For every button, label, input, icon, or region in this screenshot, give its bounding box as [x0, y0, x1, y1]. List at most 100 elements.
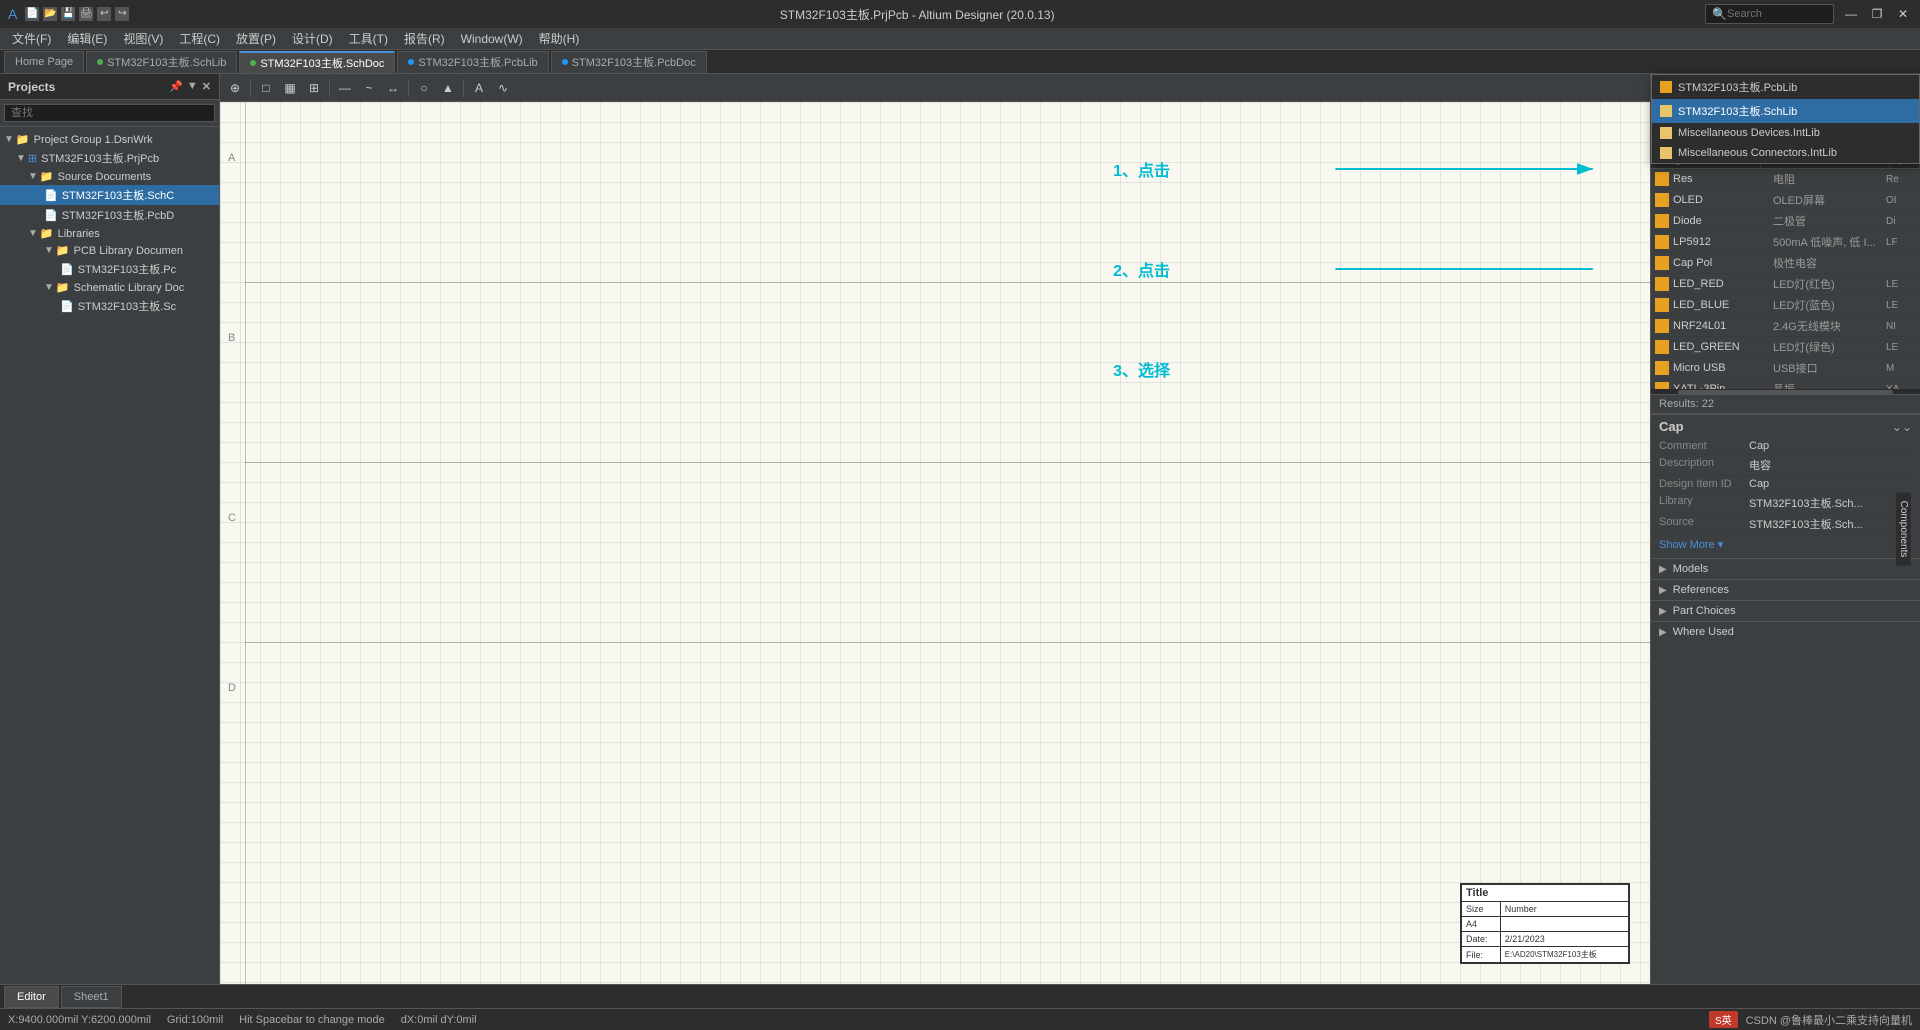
tab-schlib[interactable]: STM32F103主板.SchLib	[86, 51, 237, 73]
dropdown-item-misc-devices-label: Miscellaneous Devices.IntLib	[1678, 127, 1820, 139]
comp-icon-microusb	[1655, 361, 1669, 375]
references-section[interactable]: ▶ References	[1651, 579, 1920, 600]
global-search-box[interactable]: 🔍	[1705, 4, 1834, 24]
library-dropdown-menu: STM32F103主板.PcbLib STM32F103主板.SchLib Mi…	[1651, 74, 1920, 164]
pcb-file-icon: 📄	[44, 209, 58, 222]
tab-home[interactable]: Home Page	[4, 51, 84, 73]
comp-row-oled[interactable]: OLED OLED屏幕 OI	[1651, 190, 1920, 211]
comp-fp-oled: OI	[1886, 195, 1916, 206]
new-icon[interactable]: 📄	[25, 7, 39, 21]
menu-edit[interactable]: 编辑(E)	[59, 28, 115, 49]
project-item[interactable]: ▼ ⊞ STM32F103主板.PrjPcb	[0, 148, 219, 168]
tool-wave-btn[interactable]: ∿	[492, 77, 514, 99]
menu-place[interactable]: 放置(P)	[228, 28, 284, 49]
tool-curve-btn[interactable]: ~	[358, 77, 380, 99]
global-search-input[interactable]	[1727, 8, 1827, 20]
tab-schlib-label: STM32F103主板.SchLib	[107, 54, 226, 70]
menu-reports[interactable]: 报告(R)	[396, 28, 453, 49]
comp-icon-ledblue	[1655, 298, 1669, 312]
tool-grid-btn[interactable]: ▦	[279, 77, 301, 99]
tool-resize-btn[interactable]: ⊞	[303, 77, 325, 99]
component-details: Cap ⌄⌄ Comment Cap Description 电容 Design…	[1651, 414, 1920, 558]
status-coords: X:9400.000mil Y:6200.000mil	[8, 1014, 151, 1026]
tree-item-schdoc[interactable]: 📄 STM32F103主板.SchC	[0, 185, 219, 205]
dropdown-item-pcblib[interactable]: STM32F103主板.PcbLib	[1652, 75, 1919, 99]
bottom-tab-sheet1[interactable]: Sheet1	[61, 986, 122, 1008]
tool-cross-btn[interactable]: ⊕	[224, 77, 246, 99]
comp-row-res[interactable]: Res 电阻 Re	[1651, 169, 1920, 190]
tool-circle-btn[interactable]: ○	[413, 77, 435, 99]
comp-row-nrf24l01[interactable]: NRF24L01 2.4G无线模块 NI	[1651, 316, 1920, 337]
tool-triangle-btn[interactable]: ▲	[437, 77, 459, 99]
status-bar: X:9400.000mil Y:6200.000mil Grid:100mil …	[0, 1008, 1920, 1030]
csdn-badge: S英	[1709, 1011, 1738, 1028]
menu-file[interactable]: 文件(F)	[4, 28, 59, 49]
comp-details-name: Cap	[1659, 419, 1684, 434]
redo-icon[interactable]: ↪	[115, 7, 129, 21]
search-icon: 🔍	[1712, 7, 1727, 21]
print-icon[interactable]: 🖨	[79, 7, 93, 21]
sch-lib-group[interactable]: ▼ 📁 Schematic Library Doc	[0, 279, 219, 296]
panel-pin-icon[interactable]: 📌	[169, 80, 183, 93]
open-icon[interactable]: 📂	[43, 7, 57, 21]
close-button[interactable]: ✕	[1894, 5, 1912, 23]
menu-design[interactable]: 设计(D)	[284, 28, 341, 49]
dropdown-item-misc-connectors[interactable]: Miscellaneous Connectors.IntLib	[1652, 143, 1919, 163]
annotation-arrows	[220, 102, 1650, 984]
dropdown-item-misc-connectors-label: Miscellaneous Connectors.IntLib	[1678, 147, 1837, 159]
toolbar-sep-2	[329, 79, 330, 97]
tab-pcbdoc[interactable]: STM32F103主板.PcbDoc	[551, 51, 707, 73]
show-more-button[interactable]: Show More ▾	[1659, 535, 1912, 554]
detail-row-source: Source STM32F103主板.Sch...	[1659, 514, 1912, 535]
bottom-tab-editor[interactable]: Editor	[4, 986, 59, 1008]
panel-menu-icon[interactable]: ▼	[187, 80, 198, 93]
tool-text-btn[interactable]: A	[468, 77, 490, 99]
dropdown-item-schlib[interactable]: STM32F103主板.SchLib	[1652, 99, 1919, 123]
comp-row-diode[interactable]: Diode 二极管 Di	[1651, 211, 1920, 232]
references-section-label: References	[1673, 584, 1729, 596]
pcb-lib-folder-icon: 📁	[56, 244, 70, 257]
part-choices-section[interactable]: ▶ Part Choices	[1651, 600, 1920, 621]
comp-row-microusb[interactable]: Micro USB USB接口 M	[1651, 358, 1920, 379]
models-section[interactable]: ▶ Models	[1651, 558, 1920, 579]
menu-help[interactable]: 帮助(H)	[531, 28, 588, 49]
tool-arrow-btn[interactable]: ↔	[382, 77, 404, 99]
libraries-group[interactable]: ▼ 📁 Libraries	[0, 225, 219, 242]
comp-row-ledred[interactable]: LED_RED LED灯(红色) LE	[1651, 274, 1920, 295]
minimize-button[interactable]: —	[1842, 5, 1860, 23]
comp-icon-diode	[1655, 214, 1669, 228]
comp-row-ledblue[interactable]: LED_BLUE LED灯(蓝色) LE	[1651, 295, 1920, 316]
menu-window[interactable]: Window(W)	[453, 30, 531, 48]
comp-row-cappol[interactable]: Cap Pol 极性电容	[1651, 253, 1920, 274]
source-docs-group[interactable]: ▼ 📁 Source Documents	[0, 168, 219, 185]
references-arrow-icon: ▶	[1659, 585, 1667, 596]
comp-icon-ledgreen	[1655, 340, 1669, 354]
where-used-section[interactable]: ▶ Where Used	[1651, 621, 1920, 642]
maximize-button[interactable]: ❐	[1868, 5, 1886, 23]
components-vertical-label[interactable]: Components	[1896, 493, 1911, 566]
tab-pcblib[interactable]: STM32F103主板.PcbLib	[397, 51, 548, 73]
undo-icon[interactable]: ↩	[97, 7, 111, 21]
tool-line-btn[interactable]: —	[334, 77, 356, 99]
sch-file-label: STM32F103主板.SchC	[62, 187, 215, 203]
tree-item-pcbdoc[interactable]: 📄 STM32F103主板.PcbD	[0, 205, 219, 225]
tree-item-schlib[interactable]: 📄 STM32F103主板.Sc	[0, 296, 219, 316]
tool-rect-btn[interactable]: □	[255, 77, 277, 99]
projects-search-input[interactable]	[4, 104, 215, 122]
comp-details-expand-icon[interactable]: ⌄⌄	[1892, 420, 1912, 434]
pcb-lib-group[interactable]: ▼ 📁 PCB Library Documen	[0, 242, 219, 259]
menu-view[interactable]: 视图(V)	[115, 28, 171, 49]
save-icon[interactable]: 💾	[61, 7, 75, 21]
source-docs-label: Source Documents	[58, 171, 215, 183]
comp-row-lp5912[interactable]: LP5912 500mA 低噪声, 低 I... LF	[1651, 232, 1920, 253]
panel-close-icon[interactable]: ✕	[202, 80, 211, 93]
menu-tools[interactable]: 工具(T)	[341, 28, 396, 49]
tab-schdoc[interactable]: STM32F103主板.SchDoc	[239, 51, 395, 73]
project-group-item[interactable]: ▼ 📁 Project Group 1.DsnWrk	[0, 131, 219, 148]
menu-project[interactable]: 工程(C)	[171, 28, 228, 49]
detail-value-design-id: Cap	[1749, 478, 1912, 490]
dropdown-item-misc-devices[interactable]: Miscellaneous Devices.IntLib	[1652, 123, 1919, 143]
comp-row-ledgreen[interactable]: LED_GREEN LED灯(绿色) LE	[1651, 337, 1920, 358]
tree-item-pcblib[interactable]: 📄 STM32F103主板.Pc	[0, 259, 219, 279]
comp-row-xatl[interactable]: XATL-3Pin 晶振 XA	[1651, 379, 1920, 389]
